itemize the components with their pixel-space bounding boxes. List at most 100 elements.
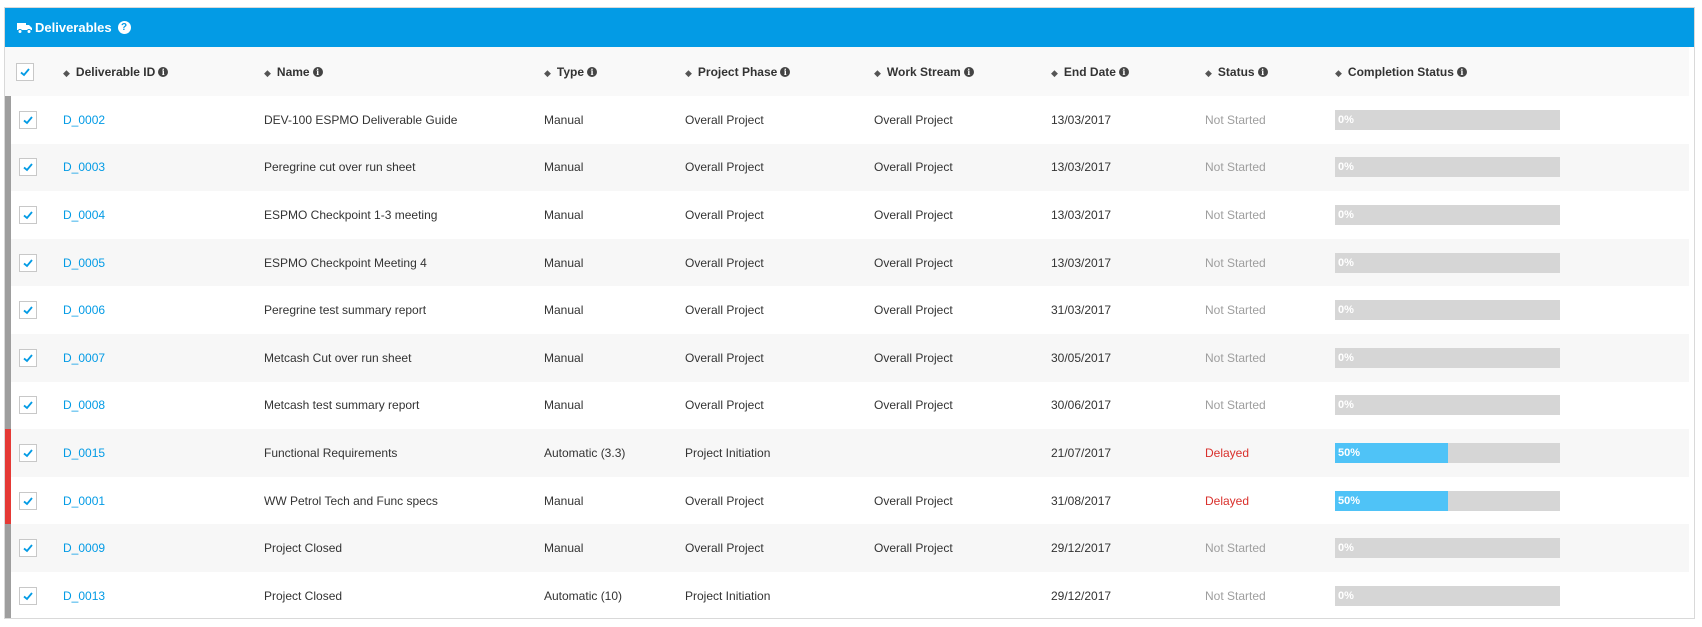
row-checkbox[interactable] (19, 586, 37, 605)
info-icon[interactable]: i (1456, 67, 1467, 78)
deliverable-id-link[interactable]: D_0015 (63, 446, 105, 460)
deliverable-id-link[interactable]: D_0002 (63, 113, 105, 127)
table-row[interactable]: D_0005 ESPMO Checkpoint Meeting 4 Manual… (5, 238, 1689, 287)
project-phase: Overall Project (685, 541, 764, 556)
completion-cell: 0% (1335, 334, 1689, 382)
completion-cell: 50% (1335, 429, 1689, 477)
row-status-marker (5, 429, 11, 477)
end-date: 13/03/2017 (1051, 112, 1112, 127)
row-checkbox[interactable] (19, 491, 37, 510)
work-stream: Overall Project (874, 541, 953, 556)
check-icon (23, 306, 33, 315)
info-icon[interactable]: i (312, 67, 323, 78)
work-stream: Overall Project (874, 207, 953, 222)
row-checkbox[interactable] (19, 253, 37, 272)
select-all-checkbox[interactable] (16, 62, 34, 81)
info-icon[interactable]: i (587, 67, 598, 78)
table-row[interactable]: D_0009 Project Closed Manual Overall Pro… (5, 524, 1689, 572)
table-row[interactable]: D_0013 Project Closed Automatic (10) Pro… (5, 571, 1689, 618)
completion-cell: 0% (1335, 382, 1689, 430)
project-phase: Overall Project (685, 207, 764, 222)
table-row[interactable]: D_0006 Peregrine test summary report Man… (5, 286, 1689, 334)
deliverable-name: Peregrine cut over run sheet (264, 160, 416, 175)
truck-icon (17, 22, 32, 34)
table-row[interactable]: D_0007 Metcash Cut over run sheet Manual… (5, 333, 1689, 382)
column-label: Completion Status (1347, 64, 1454, 79)
info-icon[interactable]: i (963, 67, 974, 78)
sort-icon: ◆ (874, 67, 881, 78)
row-checkbox[interactable] (19, 205, 37, 224)
deliverable-id-link[interactable]: D_0003 (63, 160, 105, 174)
check-icon (23, 496, 33, 505)
column-header-project-phase[interactable]: ◆ Project Phase i (685, 47, 874, 96)
column-header-status[interactable]: ◆ Status i (1205, 47, 1335, 96)
row-select-cell (5, 191, 63, 239)
check-icon (23, 163, 33, 172)
sort-icon: ◆ (685, 67, 692, 78)
row-checkbox[interactable] (19, 110, 37, 129)
info-icon[interactable]: i (1118, 67, 1129, 78)
sort-icon: ◆ (544, 67, 551, 78)
row-checkbox[interactable] (19, 396, 37, 415)
column-header-end-date[interactable]: ◆ End Date i (1051, 47, 1205, 96)
row-select-cell (5, 524, 63, 572)
deliverable-id-cell: D_0015 (63, 429, 264, 477)
info-icon[interactable]: i (158, 67, 169, 78)
info-icon[interactable]: i (1257, 67, 1268, 78)
row-checkbox[interactable] (19, 301, 37, 320)
deliverable-type: Manual (544, 303, 584, 318)
end-date: 29/12/2017 (1051, 541, 1112, 556)
table-header-row: ◆ Deliverable ID i ◆ Name i ◆ Type i ◆ Project … (5, 47, 1689, 96)
deliverable-name: Peregrine test summary report (264, 303, 427, 318)
work-stream (874, 429, 1051, 477)
project-phase: Overall Project (685, 493, 764, 508)
project-phase: Project Initiation (685, 445, 771, 460)
column-header-work-stream[interactable]: ◆ Work Stream i (874, 47, 1051, 96)
deliverable-name: Metcash test summary report (264, 398, 420, 413)
question-circle-icon[interactable]: ? (117, 21, 131, 34)
column-header-name[interactable]: ◆ Name i (264, 47, 544, 96)
row-select-cell (5, 476, 63, 525)
row-checkbox[interactable] (19, 539, 37, 558)
completion-percent: 50% (1338, 446, 1361, 459)
end-date: 31/03/2017 (1051, 303, 1112, 318)
deliverable-id-link[interactable]: D_0006 (63, 303, 105, 317)
deliverable-id-link[interactable]: D_0013 (63, 589, 105, 603)
column-header-completion-status[interactable]: ◆ Completion Status i (1335, 47, 1689, 96)
work-stream: Overall Project (874, 350, 953, 365)
column-header-deliverable-id[interactable]: ◆ Deliverable ID i (63, 47, 264, 96)
row-status-marker (5, 286, 11, 334)
table-row[interactable]: D_0004 ESPMO Checkpoint 1-3 meeting Manu… (5, 191, 1689, 239)
deliverable-type: Manual (544, 207, 584, 222)
row-checkbox[interactable] (19, 158, 37, 177)
deliverables-panel: Deliverables ? ◆ Deliverable ID i ◆ Name… (4, 7, 1695, 619)
column-header-type[interactable]: ◆ Type i (544, 47, 685, 96)
end-date: 13/03/2017 (1051, 255, 1112, 270)
deliverable-id-link[interactable]: D_0007 (63, 351, 105, 365)
deliverable-type: Automatic (3.3) (544, 445, 626, 460)
check-icon (23, 211, 33, 220)
deliverables-table: ◆ Deliverable ID i ◆ Name i ◆ Type i ◆ Project … (5, 47, 1689, 618)
deliverable-name: ESPMO Checkpoint Meeting 4 (264, 255, 427, 270)
check-icon (23, 592, 33, 601)
table-row[interactable]: D_0002 DEV-100 ESPMO Deliverable Guide M… (5, 96, 1689, 144)
deliverable-id-link[interactable]: D_0005 (63, 256, 105, 270)
deliverable-id-link[interactable]: D_0004 (63, 208, 105, 222)
deliverable-id-link[interactable]: D_0009 (63, 541, 105, 555)
deliverable-id-cell: D_0004 (63, 191, 264, 239)
table-row[interactable]: D_0001 WW Petrol Tech and Func specs Man… (5, 476, 1689, 525)
panel-header: Deliverables ? (5, 8, 1694, 47)
row-checkbox[interactable] (19, 348, 37, 367)
table-row[interactable]: D_0008 Metcash test summary report Manua… (5, 381, 1689, 430)
table-row[interactable]: D_0015 Functional Requirements Automatic… (5, 429, 1689, 477)
table-row[interactable]: D_0003 Peregrine cut over run sheet Manu… (5, 143, 1689, 192)
deliverable-type: Automatic (10) (544, 588, 623, 603)
deliverable-id-link[interactable]: D_0001 (63, 494, 105, 508)
row-checkbox[interactable] (19, 443, 37, 462)
deliverable-id-link[interactable]: D_0008 (63, 398, 105, 412)
info-icon[interactable]: i (780, 67, 791, 78)
status: Not Started (1205, 588, 1266, 603)
completion-cell: 0% (1335, 191, 1689, 239)
row-status-marker (5, 571, 11, 618)
completion-bar: 0% (1335, 109, 1560, 130)
